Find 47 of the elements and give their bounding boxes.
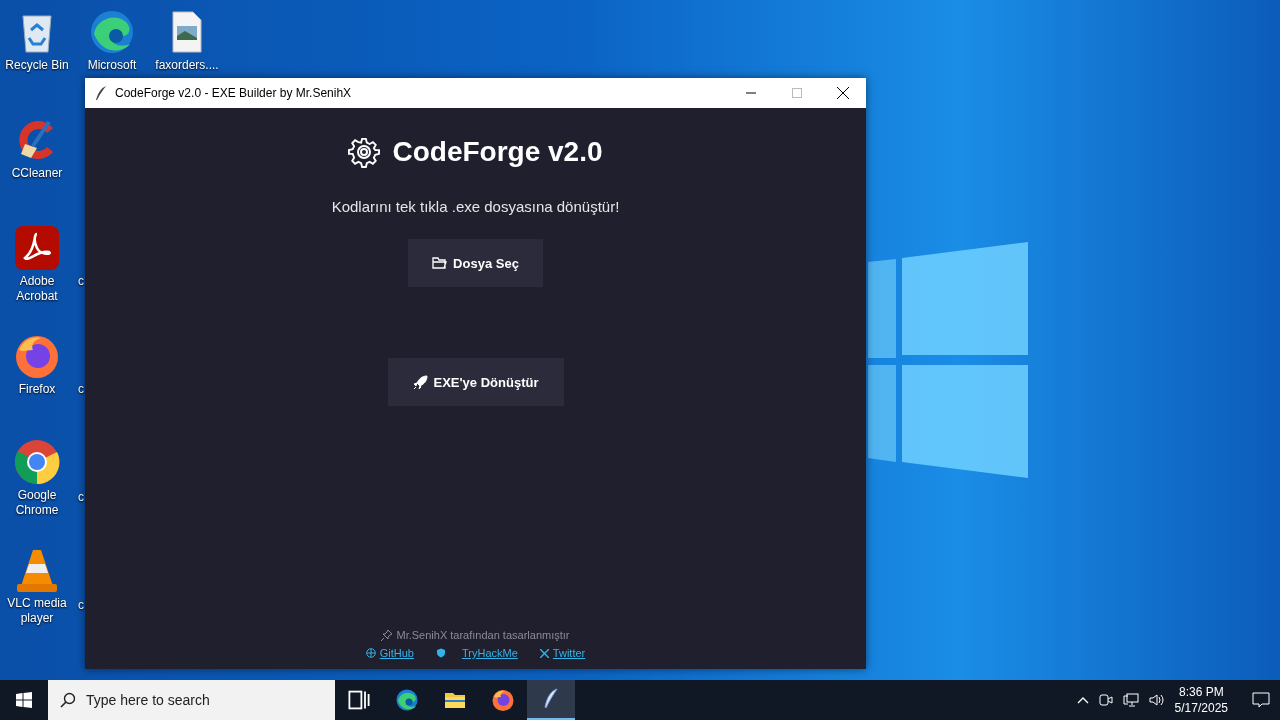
desktop-icon-label[interactable]: Recycle Bin: [2, 58, 72, 73]
task-view-icon: [347, 688, 371, 712]
desktop-icon-label[interactable]: Adobe Acrobat: [2, 274, 72, 304]
footer-link[interactable]: Twitter: [539, 647, 586, 659]
credit-text: Mr.SenihX tarafından tasarlanmıştır: [396, 629, 570, 641]
app-heading: CodeForge v2.0: [392, 136, 603, 168]
firefox-icon: [491, 688, 515, 712]
desktop-icon-label[interactable]: Google Chrome: [2, 488, 72, 518]
globe-icon: [365, 648, 376, 658]
choose-file-button[interactable]: Dosya Seç: [408, 239, 543, 287]
pushpin-icon: [381, 629, 393, 641]
folder-icon: [432, 257, 448, 269]
footer-link[interactable]: GitHub: [365, 647, 414, 659]
clock-time[interactable]: 8:36 PM: [1178, 684, 1224, 700]
edge-icon: [395, 688, 419, 712]
desktop-icon-label[interactable]: c: [78, 598, 84, 612]
desktop-icon-label[interactable]: c: [78, 274, 84, 288]
volume-icon: [1148, 693, 1165, 707]
notifications-icon[interactable]: [1252, 692, 1270, 708]
close-icon: [837, 87, 849, 99]
desktop-icon-label[interactable]: VLC media player: [2, 596, 72, 626]
shield-icon: [436, 648, 446, 658]
network-icon: [1122, 693, 1139, 707]
rocket-icon: [412, 374, 428, 390]
desktop-icon-label[interactable]: faxorders....: [152, 58, 222, 73]
desktop-icon-label[interactable]: c: [78, 490, 84, 504]
desktop-icon-label[interactable]: Microsoft: [77, 58, 147, 73]
clock-date[interactable]: 5/17/2025: [1174, 700, 1228, 716]
desktop-icon-label[interactable]: Firefox: [2, 382, 72, 397]
window-title: CodeForge v2.0 - EXE Builder by Mr.SenihX: [115, 86, 353, 100]
acrobat-icon: [13, 224, 61, 272]
windows-logo-icon: [16, 692, 32, 708]
x-logo-icon: [539, 648, 549, 658]
feather-icon: [95, 85, 107, 101]
desktop-icon-label[interactable]: c: [78, 382, 84, 396]
footer-link[interactable]: TryHackMe: [436, 647, 518, 659]
search-field[interactable]: Type here to search: [48, 680, 335, 720]
camera-icon: [1098, 693, 1113, 707]
chevron-up-icon: [1076, 696, 1089, 704]
chrome-icon: [13, 438, 61, 486]
gear-icon: [348, 136, 381, 168]
subtitle: Kodlarını tek tıkla .exe dosyasına dönüştür!: [331, 198, 620, 215]
maximize-icon: [792, 88, 802, 98]
desktop-icon-label[interactable]: CCleaner: [2, 166, 72, 181]
convert-button[interactable]: EXE'ye Dönüştür: [387, 358, 564, 406]
search-icon: [60, 692, 76, 708]
edge-icon: [88, 8, 136, 56]
